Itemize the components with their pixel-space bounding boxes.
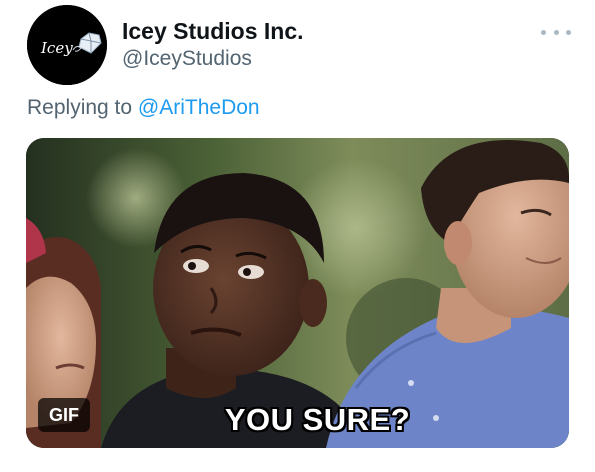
more-dot — [541, 29, 546, 35]
more-dot — [553, 29, 559, 35]
reply-to-handle-link[interactable]: @AriTheDon — [138, 96, 260, 119]
reply-prefix: Replying to — [27, 96, 133, 119]
avatar-logo-text: Icey — [40, 39, 73, 57]
gif-badge: GIF — [38, 398, 90, 432]
more-horizontal-icon[interactable] — [541, 25, 571, 39]
gif-still-image — [26, 138, 569, 448]
tweet: Icey Icey Studios Inc. @IceyStudios Repl… — [0, 0, 595, 472]
replying-to: Replying to @AriTheDon — [27, 95, 260, 121]
icey-studios-logo-icon: Icey — [27, 5, 107, 85]
avatar[interactable]: Icey — [27, 5, 107, 85]
author-handle[interactable]: @IceyStudios — [122, 47, 252, 71]
gif-media[interactable] — [26, 138, 569, 448]
author-name[interactable]: Icey Studios Inc. — [122, 18, 304, 44]
more-dot — [566, 29, 571, 35]
